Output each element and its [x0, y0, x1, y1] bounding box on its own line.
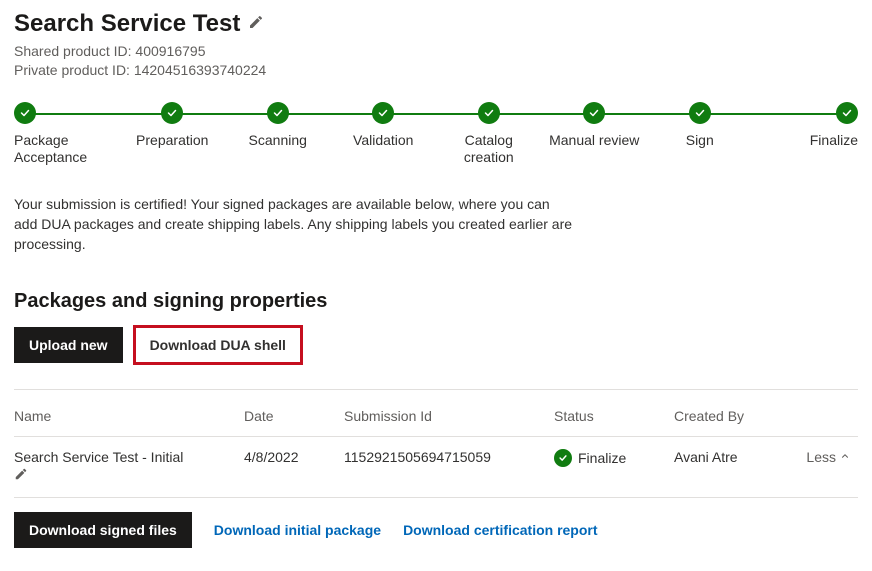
status-message: Your submission is certified! Your signe…: [14, 195, 574, 254]
col-header-name: Name: [14, 396, 244, 437]
progress-step: Finalize: [753, 102, 859, 166]
collapse-toggle[interactable]: Less: [806, 449, 850, 465]
check-circle-icon: [372, 102, 394, 124]
step-label: Scanning: [249, 132, 307, 149]
check-circle-icon: [583, 102, 605, 124]
upload-new-button[interactable]: Upload new: [14, 327, 123, 363]
check-circle-icon: [689, 102, 711, 124]
chevron-up-icon: [840, 451, 850, 464]
edit-row-icon[interactable]: [14, 467, 28, 485]
check-circle-icon: [478, 102, 500, 124]
private-id-value: 14204516393740224: [134, 62, 266, 78]
shared-id-label: Shared product ID:: [14, 43, 132, 59]
check-circle-icon: [836, 102, 858, 124]
check-circle-icon: [554, 449, 572, 467]
download-certification-report-link[interactable]: Download certification report: [403, 522, 597, 538]
progress-step: Validation: [331, 102, 437, 166]
step-label: Finalize: [810, 132, 858, 149]
check-circle-icon: [161, 102, 183, 124]
progress-step: Package Acceptance: [14, 102, 120, 166]
col-header-status: Status: [554, 396, 674, 437]
col-header-date: Date: [244, 396, 344, 437]
section-title: Packages and signing properties: [14, 290, 858, 313]
check-circle-icon: [14, 102, 36, 124]
page-title: Search Service Test: [14, 10, 240, 38]
col-header-submission: Submission Id: [344, 396, 554, 437]
step-label: Preparation: [136, 132, 208, 149]
progress-step: Manual review: [542, 102, 648, 166]
progress-step: Sign: [647, 102, 753, 166]
row-submission-id: 1152921505694715059: [344, 437, 554, 498]
toggle-label: Less: [806, 449, 836, 465]
edit-title-icon[interactable]: [248, 14, 264, 35]
row-status: Finalize: [578, 450, 626, 466]
step-label: Validation: [353, 132, 413, 149]
progress-step: Scanning: [225, 102, 331, 166]
col-header-createdby: Created By: [674, 396, 794, 437]
private-id-label: Private product ID:: [14, 62, 130, 78]
download-initial-package-link[interactable]: Download initial package: [214, 522, 381, 538]
step-label: Manual review: [549, 132, 639, 149]
progress-step: Catalog creation: [436, 102, 542, 166]
shared-id-value: 400916795: [135, 43, 205, 59]
product-ids: Shared product ID: 400916795 Private pro…: [14, 42, 858, 80]
download-signed-files-button[interactable]: Download signed files: [14, 512, 192, 548]
divider: [14, 389, 858, 390]
step-label: Package Acceptance: [14, 132, 114, 166]
download-dua-shell-button[interactable]: Download DUA shell: [135, 327, 301, 363]
check-circle-icon: [267, 102, 289, 124]
step-label: Sign: [686, 132, 714, 149]
progress-tracker: Package Acceptance Preparation Scanning Val…: [14, 102, 858, 166]
row-created-by: Avani Atre: [674, 437, 794, 498]
packages-table: Name Date Submission Id Status Created B…: [14, 396, 858, 497]
row-date: 4/8/2022: [244, 437, 344, 498]
row-name: Search Service Test - Initial: [14, 449, 183, 465]
progress-step: Preparation: [120, 102, 226, 166]
table-row: Search Service Test - Initial 4/8/2022 1…: [14, 437, 858, 498]
step-label: Catalog creation: [439, 132, 539, 166]
